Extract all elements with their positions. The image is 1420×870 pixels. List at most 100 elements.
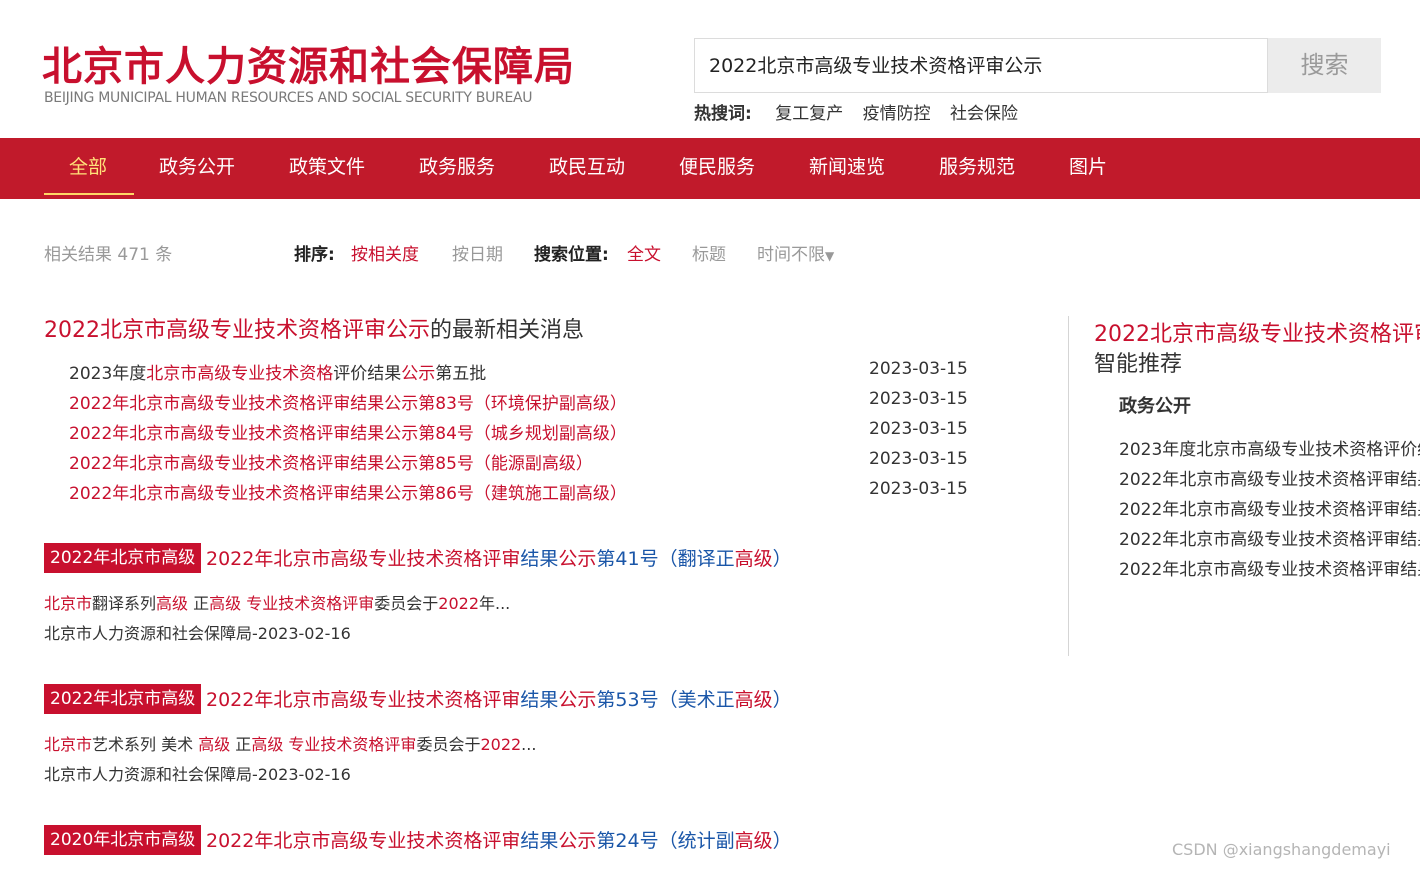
hot-keywords-label: 热搜词: xyxy=(694,104,752,124)
nav-tab-all[interactable]: 全部 xyxy=(69,138,107,199)
highlight-text: 2022年 xyxy=(69,484,130,504)
latest-news-query[interactable]: 2022北京市高级专业技术资格评审公示 xyxy=(44,318,430,343)
result-source: 北京市人力资源和社会保障局-2023-02-16 xyxy=(44,624,351,643)
result-tag: 2020年北京市高级 xyxy=(44,825,202,855)
site-logo-title[interactable]: 北京市人力资源和社会保障局 xyxy=(42,34,575,92)
text-segment: 结果 xyxy=(520,548,559,570)
sidebar-section-heading: 政务公开 xyxy=(1119,396,1191,417)
latest-news-title[interactable]: 2022年北京市高级专业技术资格评审结果公示第83号（环境保护副高级） xyxy=(69,394,627,414)
text-segment: 第83号（环境保护副 xyxy=(418,394,576,414)
sort-label: 排序: xyxy=(294,245,335,265)
result-source: 北京市人力资源和社会保障局-2023-02-16 xyxy=(44,765,351,784)
site-logo-subtitle: BEIJING MUNICIPAL HUMAN RESOURCES AND SO… xyxy=(44,90,533,106)
highlight-text: 高级 xyxy=(734,548,773,570)
text-segment: 结果 xyxy=(520,689,559,711)
result-title-link[interactable]: 2022年北京市高级专业技术资格评审结果公示第24号（统计副高级） xyxy=(206,826,792,853)
nav-tab-policy[interactable]: 政策文件 xyxy=(289,138,365,199)
result-snippet: 北京市艺术系列 美术 高级 正高级 专业技术资格评审委员会于2022... xyxy=(44,731,536,755)
hot-keyword[interactable]: 疫情防控 xyxy=(863,104,931,124)
latest-news-date: 2023-03-15 xyxy=(869,359,968,379)
highlight-text: 北京市高级专业技术资格评审 xyxy=(129,424,351,444)
text-segment: 艺术系列 美术 xyxy=(92,735,199,754)
text-segment: ） xyxy=(772,689,792,711)
sort-by-date[interactable]: 按日期 xyxy=(452,240,503,265)
latest-news-title[interactable]: 2022年北京市高级专业技术资格评审结果公示第85号（能源副高级） xyxy=(69,454,593,474)
text-segment: ） xyxy=(609,484,627,504)
latest-news-item[interactable]: 2022年北京市高级专业技术资格评审结果公示第83号（环境保护副高级） 2023-… xyxy=(69,389,969,414)
text-segment: 结果 xyxy=(520,830,559,852)
highlight-text: 高级 xyxy=(575,484,610,504)
search-input[interactable]: 2022北京市高级专业技术资格评审公示 xyxy=(694,38,1268,93)
caret-down-icon: ▼ xyxy=(825,249,835,263)
highlight-text: 北京市 xyxy=(44,735,93,754)
sidebar-item[interactable]: 2022年北京市高级专业技术资格评审结果公示第85号 xyxy=(1119,525,1420,550)
result-title-link[interactable]: 2022年北京市高级专业技术资格评审结果公示第53号（美术正高级） xyxy=(206,685,792,712)
latest-news-title[interactable]: 2022年北京市高级专业技术资格评审结果公示第86号（建筑施工副高级） xyxy=(69,484,627,504)
highlight-text: 高级 xyxy=(156,594,189,613)
sidebar-item[interactable]: 2023年度北京市高级专业技术资格评价结果公示第五批 xyxy=(1119,435,1420,460)
hot-keyword[interactable]: 复工复产 xyxy=(775,104,843,124)
latest-news-date: 2023-03-15 xyxy=(869,449,968,469)
sidebar-item[interactable]: 2022年北京市高级专业技术资格评审结果公示第86号 xyxy=(1119,555,1420,580)
highlight-text: 2022年北京市高级专业技术资格评审 xyxy=(206,830,521,852)
nav-tab-convenience[interactable]: 便民服务 xyxy=(679,138,755,199)
watermark: CSDN @xiangshangdemayi xyxy=(1172,840,1391,859)
text-segment: 结果 xyxy=(350,394,385,414)
text-segment: 翻译系列 xyxy=(92,594,157,613)
latest-news-heading: 2022北京市高级专业技术资格评审公示的最新相关消息 xyxy=(44,312,584,344)
highlight-text: 公示 xyxy=(384,454,419,474)
hot-keyword[interactable]: 社会保险 xyxy=(950,104,1018,124)
sidebar-subtitle: 智能推荐 xyxy=(1094,352,1183,377)
latest-news-title[interactable]: 2023年度北京市高级专业技术资格评价结果公示第五批 xyxy=(69,364,486,384)
text-segment: 第86号（建筑施工副 xyxy=(418,484,576,504)
nav-tab-gov-affairs[interactable]: 政务公开 xyxy=(159,138,235,199)
highlight-text: 北京市高级专业技术资格评审 xyxy=(129,394,351,414)
text-segment: 年... xyxy=(479,594,511,613)
text-segment: 委员会于 xyxy=(374,594,439,613)
highlight-text: 公示 xyxy=(384,484,419,504)
text-segment: 2023年度 xyxy=(69,364,147,384)
text-segment: ... xyxy=(521,735,537,754)
latest-news-item[interactable]: 2022年北京市高级专业技术资格评审结果公示第86号（建筑施工副高级） 2023-… xyxy=(69,479,969,504)
nav-tab-standards[interactable]: 服务规范 xyxy=(939,138,1015,199)
latest-news-date: 2023-03-15 xyxy=(869,479,968,499)
position-title[interactable]: 标题 xyxy=(692,240,726,265)
sidebar-item[interactable]: 2022年北京市高级专业技术资格评审结果公示第83号 xyxy=(1119,465,1420,490)
text-segment: 结果 xyxy=(350,424,385,444)
nav-tab-images[interactable]: 图片 xyxy=(1069,138,1107,199)
nav-tab-interaction[interactable]: 政民互动 xyxy=(549,138,625,199)
highlight-text: 高级 xyxy=(251,735,284,754)
sidebar-item[interactable]: 2022年北京市高级专业技术资格评审结果公示第84号 xyxy=(1119,495,1420,520)
highlight-text: 专业技术资格评审 xyxy=(246,594,375,613)
text-segment: 第85号（能源副 xyxy=(418,454,542,474)
highlight-text: 2022年北京市高级专业技术资格评审 xyxy=(206,689,521,711)
latest-news-item[interactable]: 2023年度北京市高级专业技术资格评价结果公示第五批 2023-03-15 xyxy=(69,359,969,384)
result-tag: 2022年北京市高级 xyxy=(44,684,202,714)
latest-news-title[interactable]: 2022年北京市高级专业技术资格评审结果公示第84号（城乡规划副高级） xyxy=(69,424,627,444)
nav-tab-news[interactable]: 新闻速览 xyxy=(809,138,885,199)
result-count: 相关结果 471 条 xyxy=(44,245,173,265)
time-filter-dropdown[interactable]: 时间不限▼ xyxy=(757,240,834,265)
search-position-label: 搜索位置: xyxy=(534,245,609,265)
highlight-text: 公示 xyxy=(558,689,597,711)
latest-news-item[interactable]: 2022年北京市高级专业技术资格评审结果公示第84号（城乡规划副高级） 2023-… xyxy=(69,419,969,444)
latest-news-suffix: 的最新相关消息 xyxy=(430,318,585,343)
highlight-text: 高级 xyxy=(734,689,773,711)
sort-by-relevance[interactable]: 按相关度 xyxy=(351,240,419,265)
highlight-text: 高级 xyxy=(198,735,231,754)
highlight-text: 专业技术资格评审 xyxy=(288,735,417,754)
result-tag: 2022年北京市高级 xyxy=(44,543,202,573)
nav-tab-services[interactable]: 政务服务 xyxy=(419,138,495,199)
search-button[interactable]: 搜索 xyxy=(1268,38,1381,93)
highlight-text: 公示 xyxy=(558,830,597,852)
nav-active-underline xyxy=(44,193,134,195)
text-segment: 结果 xyxy=(350,454,385,474)
highlight-text: 2022 xyxy=(438,594,479,613)
text-segment: ） xyxy=(575,454,593,474)
result-title-link[interactable]: 2022年北京市高级专业技术资格评审结果公示第41号（翻译正高级） xyxy=(206,544,792,571)
position-fulltext[interactable]: 全文 xyxy=(627,240,661,265)
text-segment: 第84号（城乡规划副 xyxy=(418,424,576,444)
hot-keywords-bar: 热搜词: 复工复产 疫情防控 社会保险 xyxy=(694,99,1032,124)
latest-news-item[interactable]: 2022年北京市高级专业技术资格评审结果公示第85号（能源副高级） 2023-03… xyxy=(69,449,969,474)
sidebar-title[interactable]: 2022北京市高级专业技术资格评审公示 xyxy=(1094,316,1420,348)
